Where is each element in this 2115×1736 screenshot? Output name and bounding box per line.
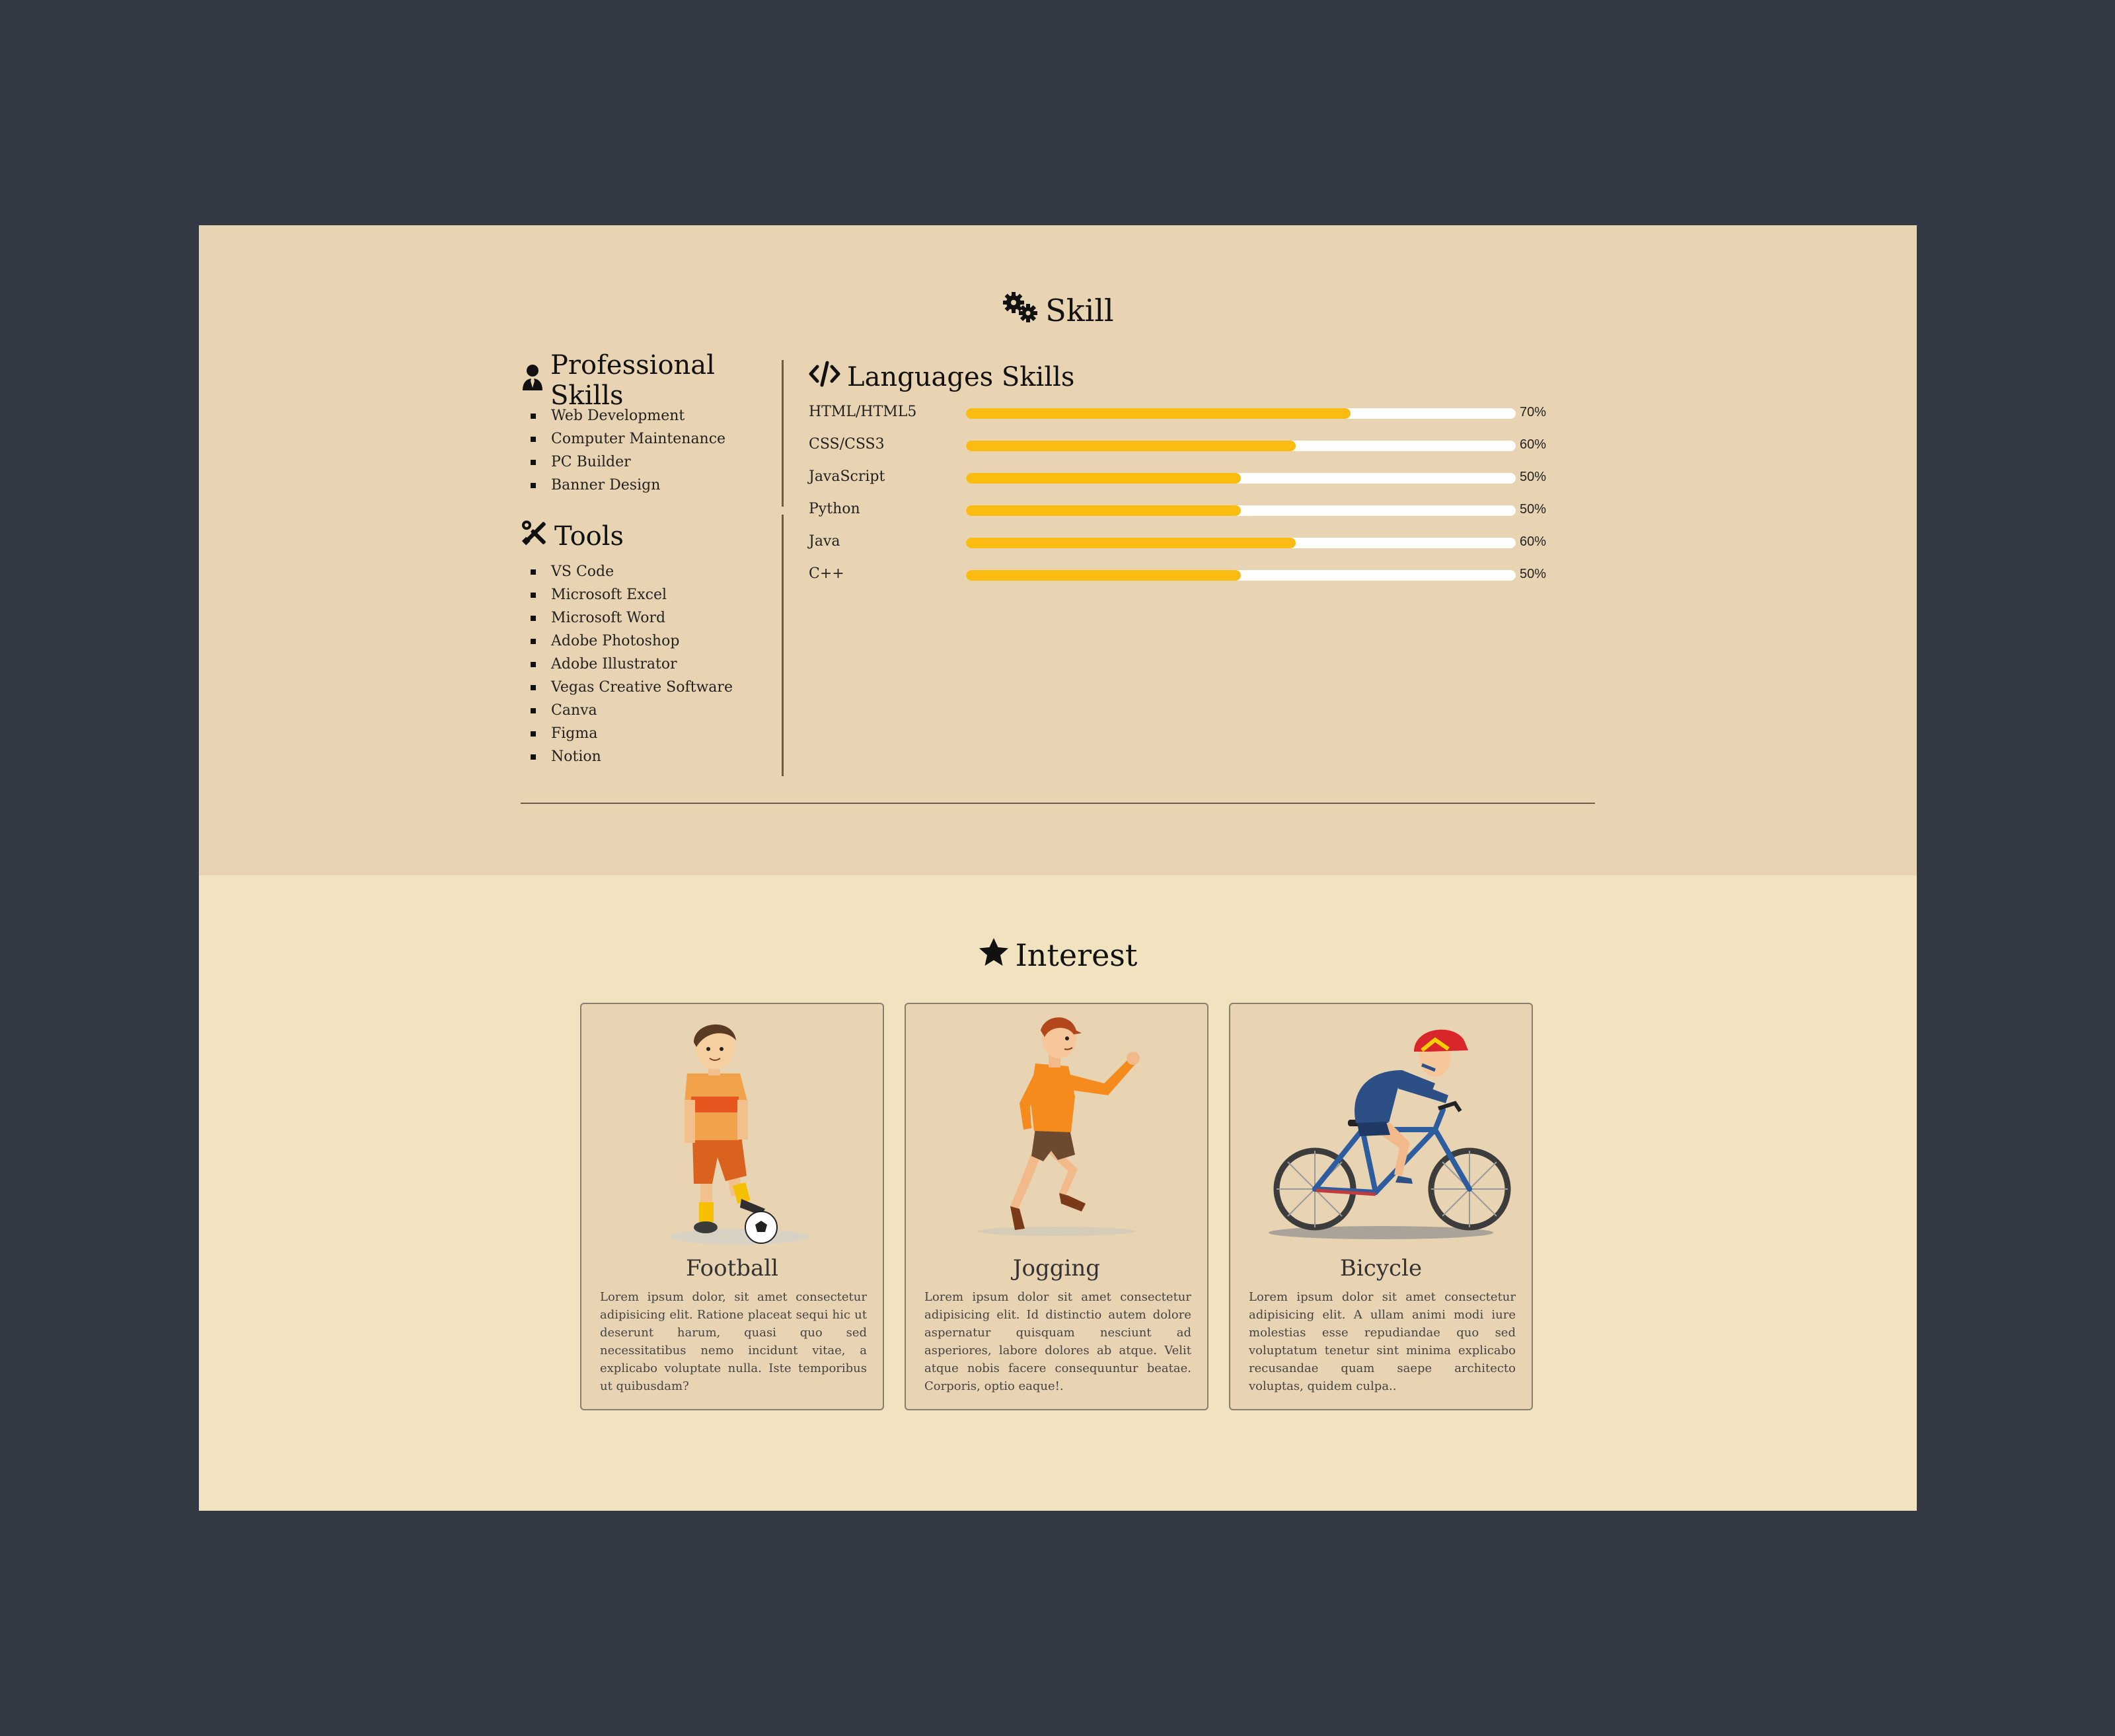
list-item: Microsoft Word: [521, 606, 783, 630]
professional-skills-label: Professional Skills: [550, 350, 715, 411]
percent-label: 50%: [1520, 567, 1547, 581]
percent-label: 50%: [1520, 502, 1547, 517]
progress-bar: [966, 473, 1516, 484]
interest-card-football: Football Lorem ipsum dolor, sit amet con…: [580, 1003, 884, 1410]
interest-title: Interest: [199, 935, 1917, 974]
language-name: Java: [809, 533, 840, 550]
page: Skill Professional Skills Web Developmen…: [199, 225, 1917, 1511]
card-title: Bicycle: [1339, 1255, 1423, 1282]
skill-title: Skill: [199, 290, 1917, 330]
section-divider: [521, 803, 1595, 804]
languages-skills-heading: Languages Skills: [809, 361, 1588, 394]
list-item: Web Development: [521, 404, 783, 427]
list-item: Banner Design: [521, 474, 783, 497]
progress-fill: [966, 473, 1241, 484]
code-icon: [809, 361, 840, 394]
card-title: Jogging: [1012, 1255, 1101, 1282]
vertical-divider: [782, 515, 784, 776]
language-row: Python 50%: [809, 499, 1588, 519]
list-item: VS Code: [521, 560, 783, 583]
progress-bar: [966, 538, 1516, 548]
list-item: Adobe Photoshop: [521, 630, 783, 653]
user-tie-icon: [521, 364, 544, 397]
left-column: Professional Skills Web Development Comp…: [521, 350, 783, 768]
skill-section: Skill Professional Skills Web Developmen…: [199, 225, 1917, 875]
language-name: JavaScript: [809, 468, 885, 485]
percent-label: 60%: [1520, 534, 1547, 549]
card-text: Lorem ipsum dolor sit amet consectetur a…: [1249, 1290, 1516, 1393]
list-item: Computer Maintenance: [521, 427, 783, 451]
list-item: Figma: [521, 722, 783, 745]
professional-skills-list: Web Development Computer Maintenance PC …: [521, 404, 783, 497]
tools-icon: [521, 520, 548, 553]
gears-icon: [1002, 291, 1039, 330]
progress-bar: [966, 441, 1516, 451]
football-player-illustration: [588, 1011, 876, 1248]
tools-heading: Tools: [521, 517, 783, 556]
language-row: JavaScript 50%: [809, 467, 1588, 487]
tools-list: VS Code Microsoft Excel Microsoft Word A…: [521, 560, 783, 768]
language-row: Java 60%: [809, 532, 1588, 552]
list-item: PC Builder: [521, 451, 783, 474]
skill-title-text: Skill: [1045, 293, 1114, 328]
progress-bar: [966, 408, 1516, 419]
interest-card-jogging: Jogging Lorem ipsum dolor sit amet conse…: [905, 1003, 1208, 1410]
list-item: Canva: [521, 699, 783, 722]
language-name: CSS/CSS3: [809, 436, 885, 452]
list-item: Adobe Illustrator: [521, 653, 783, 676]
cyclist-illustration: [1237, 1011, 1525, 1248]
percent-label: 50%: [1520, 470, 1547, 484]
right-column: Languages Skills HTML/HTML5 70% CSS/CSS3…: [809, 361, 1588, 582]
language-name: Python: [809, 501, 860, 517]
professional-skills-heading: Professional Skills: [521, 350, 783, 411]
jogger-illustration: [912, 1011, 1201, 1248]
interest-card-bicycle: Bicycle Lorem ipsum dolor sit amet conse…: [1229, 1003, 1533, 1410]
tools-label: Tools: [554, 521, 624, 552]
list-item: Microsoft Excel: [521, 583, 783, 606]
card-text: Lorem ipsum dolor, sit amet consectetur …: [600, 1290, 867, 1393]
vertical-divider: [782, 360, 784, 507]
progress-fill: [966, 408, 1351, 419]
card-title: Football: [685, 1255, 779, 1282]
progress-fill: [966, 505, 1241, 516]
list-item: Vegas Creative Software: [521, 676, 783, 699]
progress-bar: [966, 570, 1516, 581]
language-row: CSS/CSS3 60%: [809, 435, 1588, 454]
interest-title-text: Interest: [1015, 937, 1138, 973]
progress-bar: [966, 505, 1516, 516]
language-name: HTML/HTML5: [809, 404, 917, 420]
language-name: C++: [809, 565, 844, 582]
language-row: HTML/HTML5 70%: [809, 402, 1588, 422]
progress-fill: [966, 570, 1241, 581]
language-row: C++ 50%: [809, 564, 1588, 584]
percent-label: 60%: [1520, 437, 1547, 452]
languages-skills-label: Languages Skills: [847, 362, 1075, 392]
progress-fill: [966, 441, 1296, 451]
star-icon: [979, 937, 1009, 974]
card-text: Lorem ipsum dolor sit amet consectetur a…: [924, 1290, 1191, 1393]
progress-fill: [966, 538, 1296, 548]
percent-label: 70%: [1520, 405, 1547, 419]
list-item: Notion: [521, 745, 783, 768]
